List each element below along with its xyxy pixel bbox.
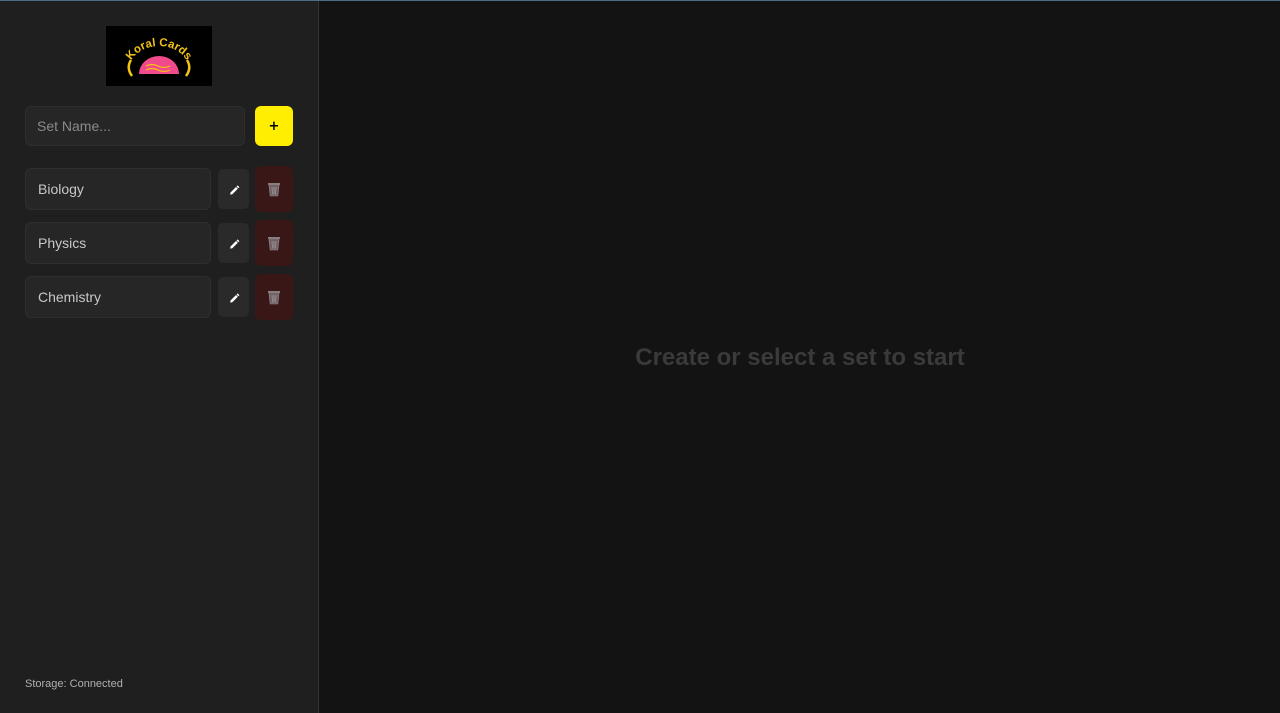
set-name-physics[interactable]: Physics [25, 222, 211, 264]
app-logo: Koral Cards [106, 26, 212, 86]
edit-set-button[interactable] [218, 223, 249, 263]
set-name-input[interactable] [25, 106, 245, 146]
edit-set-button[interactable] [218, 169, 249, 209]
empty-state-message: Create or select a set to start [635, 344, 965, 371]
trash-icon [268, 291, 280, 305]
set-item: Chemistry [25, 274, 293, 320]
trash-icon [268, 183, 280, 197]
set-name-chemistry[interactable]: Chemistry [25, 276, 211, 318]
trash-icon [268, 237, 280, 251]
sidebar: Koral Cards + Biology Physics [0, 1, 319, 713]
pencil-icon [229, 239, 239, 249]
set-item: Physics [25, 220, 293, 266]
pencil-icon [229, 293, 239, 303]
set-item: Biology [25, 166, 293, 212]
delete-set-button[interactable] [255, 274, 293, 320]
set-name-biology[interactable]: Biology [25, 168, 211, 210]
storage-status: Storage: Connected [25, 678, 123, 690]
edit-set-button[interactable] [218, 277, 249, 317]
delete-set-button[interactable] [255, 220, 293, 266]
pencil-icon [229, 185, 239, 195]
delete-set-button[interactable] [255, 166, 293, 212]
add-set-button[interactable]: + [255, 106, 293, 146]
koral-cards-logo-icon: Koral Cards [124, 37, 194, 77]
